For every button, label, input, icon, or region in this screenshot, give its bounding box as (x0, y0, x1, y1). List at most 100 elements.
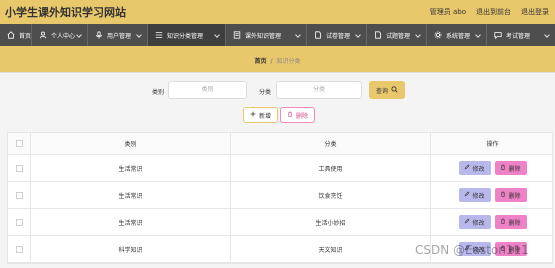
pencil-icon (464, 218, 471, 226)
row-checkbox[interactable] (15, 164, 23, 172)
mic-icon (94, 30, 104, 40)
select-cell (8, 155, 31, 181)
delete-button[interactable]: 删除 (494, 215, 527, 229)
nav-item-question[interactable]: 试题管理 (367, 24, 427, 46)
select-cell (8, 236, 31, 262)
chevron-down-icon (415, 32, 421, 38)
table-row: 生活常识 工具使用 修改 删除 (8, 155, 552, 182)
current-user-label: 管理员 abo (429, 8, 466, 16)
select-cell (8, 209, 31, 235)
header-type: 分类 (231, 133, 431, 154)
edit-button[interactable]: 修改 (458, 215, 491, 229)
breadcrumb-current: 知识分类 (276, 58, 301, 65)
nav-label: 课外知识管理 (245, 32, 282, 40)
list-icon (154, 30, 164, 40)
nav-item-knowledge-category[interactable]: 知识分类管理 (148, 24, 226, 46)
table-row: 生活常识 饮食烹饪 修改 删除 (8, 182, 552, 209)
nav-label: 系统管理 (446, 32, 471, 40)
search-bar: 类别 类别 分类 分类 查询 (0, 80, 555, 102)
category-input[interactable]: 类别 (168, 81, 247, 99)
nav-label: 知识分类管理 (167, 32, 204, 40)
edit-button[interactable]: 修改 (458, 161, 491, 175)
go-frontend-link[interactable]: 退出到前台 (476, 7, 511, 17)
type-cell: 生活小妙招 (231, 209, 431, 235)
category-cell: 科学知识 (31, 236, 231, 262)
row-checkbox[interactable] (15, 191, 23, 199)
trash-icon (500, 191, 506, 199)
doc-icon (373, 30, 383, 40)
type-label: 分类 (259, 89, 272, 96)
nav-label: 首页 (19, 32, 32, 40)
type-input[interactable]: 分类 (276, 81, 362, 99)
logout-link[interactable]: 退出登录 (521, 7, 549, 17)
pencil-icon (464, 164, 471, 172)
type-cell: 饮食烹饪 (231, 182, 431, 208)
delete-label: 删除 (508, 219, 521, 227)
edit-label: 修改 (472, 219, 485, 227)
breadcrumb-separator: / (270, 58, 273, 65)
gear-icon (433, 30, 443, 40)
nav-item-home[interactable]: 首页 (0, 24, 32, 46)
nav-item-system[interactable]: 系统管理 (427, 24, 487, 46)
nav-label: 试卷管理 (326, 32, 351, 40)
category-cell: 生活常识 (31, 155, 231, 181)
page: 小学生课外知识学习网站 管理员 abo 退出到前台 退出登录 首页 个人中心 用… (0, 0, 555, 268)
trash-icon (500, 218, 506, 226)
chevron-down-icon (544, 32, 550, 38)
header-select-cell (8, 133, 31, 154)
site-title: 小学生课外知识学习网站 (5, 6, 126, 19)
header-category: 类别 (31, 133, 231, 154)
category-label: 类别 (152, 89, 165, 96)
nav-item-extracurricular-knowledge[interactable]: 课外知识管理 (226, 24, 307, 46)
delete-button[interactable]: 删除 (494, 161, 527, 175)
actions-cell: 修改 删除 (431, 209, 554, 235)
chevron-down-icon (355, 32, 361, 38)
table-header: 类别 分类 操作 (8, 133, 552, 155)
row-checkbox[interactable] (15, 218, 23, 226)
nav-label: 试题管理 (386, 32, 411, 40)
watermark: CSDN @Easton111 (415, 243, 529, 257)
edit-label: 修改 (472, 165, 485, 173)
nav-label: 用户管理 (107, 32, 132, 40)
select-all-checkbox[interactable] (15, 140, 23, 147)
delete-label: 删除 (508, 192, 521, 200)
chevron-down-icon (475, 32, 481, 38)
nav-item-exam[interactable]: 考试管理 (487, 24, 555, 46)
pencil-icon (464, 191, 471, 199)
top-bar: 小学生课外知识学习网站 管理员 abo 退出到前台 退出登录 (0, 0, 555, 24)
header-actions: 操作 (486, 141, 499, 148)
book-icon (232, 30, 242, 40)
edit-label: 修改 (472, 192, 485, 200)
delete-label: 删除 (295, 112, 308, 120)
nav-item-user-management[interactable]: 用户管理 (88, 24, 148, 46)
nav-item-exam-paper[interactable]: 试卷管理 (307, 24, 367, 46)
type-cell: 工具使用 (231, 155, 431, 181)
chevron-down-icon (214, 32, 220, 38)
chevron-down-icon (295, 32, 301, 38)
add-button[interactable]: 新增 (243, 107, 278, 123)
query-button[interactable]: 查询 (369, 81, 405, 99)
delete-label: 删除 (508, 165, 521, 173)
top-links: 管理员 abo 退出到前台 退出登录 (430, 7, 549, 17)
search-icon (391, 85, 398, 95)
breadcrumb-band: 首页 / 知识分类 (0, 46, 555, 73)
category-cell: 生活常识 (31, 209, 231, 235)
row-checkbox[interactable] (15, 245, 23, 253)
breadcrumb-home[interactable]: 首页 (254, 58, 266, 65)
chevron-down-icon (136, 32, 142, 38)
doc-icon (313, 30, 323, 40)
main-nav: 首页 个人中心 用户管理 知识分类管理 课外知识管理 试卷管理 试题管理 系统管… (0, 24, 555, 46)
delete-button[interactable]: 删除 (494, 188, 527, 202)
user-icon (38, 30, 48, 40)
add-label: 新增 (258, 112, 271, 120)
type-cell: 天文知识 (231, 236, 431, 262)
table-row: 生活常识 生活小妙招 修改 删除 (8, 209, 552, 236)
edit-button[interactable]: 修改 (458, 188, 491, 202)
home-icon (6, 30, 16, 40)
nav-label: 个人中心 (51, 32, 76, 40)
batch-delete-button[interactable]: 删除 (280, 107, 315, 123)
plus-icon (250, 111, 256, 119)
nav-item-personal-center[interactable]: 个人中心 (32, 24, 88, 46)
nav-label: 考试管理 (506, 32, 531, 40)
chevron-down-icon (76, 32, 82, 38)
